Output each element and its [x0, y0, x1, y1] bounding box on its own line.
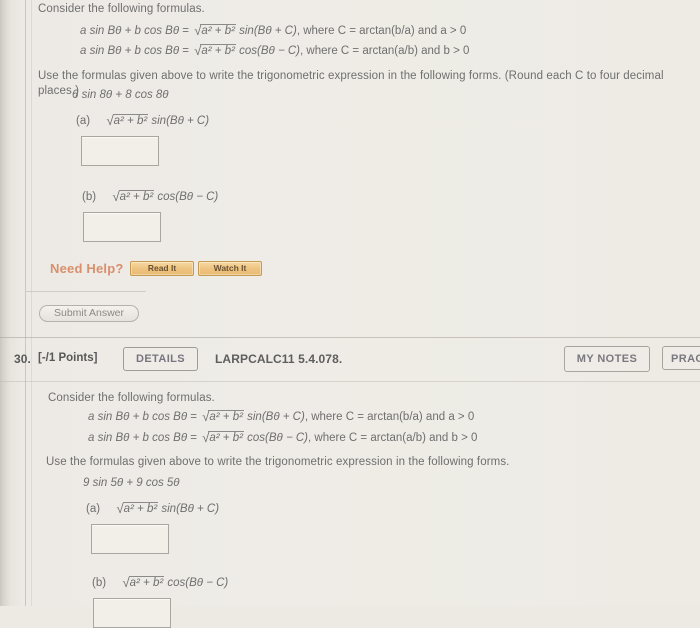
part-a-trig: sin(Bθ + C)	[161, 503, 220, 515]
radical-body: a² + b²	[208, 431, 244, 444]
formula-lhs: a sin Bθ + b cos Bθ	[88, 432, 188, 444]
formula-trig: cos(Bθ − C)	[239, 45, 300, 57]
practice-another-button[interactable]: PRACTICE ANOTHER	[662, 346, 700, 370]
watch-it-button[interactable]: Watch It	[198, 261, 262, 276]
formula-trig: sin(Bθ + C)	[247, 411, 305, 423]
part-b-trig: cos(Bθ − C)	[157, 191, 219, 203]
formula-sin-bottom: a sin Bθ + b cos Bθ = √a² + b² sin(Bθ + …	[88, 410, 474, 423]
problem-top-expression: 6 sin 8θ + 8 cos 8θ	[72, 89, 169, 101]
formula-equals: =	[182, 45, 190, 57]
radical-body: a² + b²	[208, 410, 244, 423]
radical-body: a² + b²	[118, 190, 155, 203]
formula-cos-top: a sin Bθ + b cos Bθ = √a² + b² cos(Bθ − …	[80, 44, 469, 57]
part-a-prompt-top: (a) √a² + b² sin(Bθ + C)	[76, 114, 209, 127]
radical-expression: √a² + b²	[106, 113, 149, 128]
radical-body: a² + b²	[122, 502, 159, 515]
radical-body: a² + b²	[112, 114, 149, 127]
radical-expression: √a² + b²	[116, 501, 159, 516]
formula-equals: =	[190, 432, 198, 444]
formula-cos-bottom: a sin Bθ + b cos Bθ = √a² + b² cos(Bθ − …	[88, 431, 477, 444]
problem-top-intro: Consider the following formulas.	[38, 3, 205, 15]
need-help-label: Need Help?	[50, 261, 124, 276]
radical-expression: √a² + b²	[202, 430, 244, 445]
formula-lhs: a sin Bθ + b cos Bθ	[80, 25, 180, 37]
source-reference: LARPCALC11 5.4.078.	[215, 352, 343, 366]
header-bottom-divider	[0, 381, 700, 382]
formula-equals: =	[190, 411, 198, 423]
radical-expression: √a² + b²	[112, 189, 155, 204]
part-a-prompt-bottom: (a) √a² + b² sin(Bθ + C)	[86, 502, 219, 515]
formula-sin-top: a sin Bθ + b cos Bθ = √a² + b² sin(Bθ + …	[80, 24, 466, 37]
answer-input-a-top[interactable]	[81, 136, 159, 166]
section-divider	[0, 337, 700, 338]
answer-input-b-bottom[interactable]	[93, 598, 171, 628]
problem-bottom-expression: 9 sin 5θ + 9 cos 5θ	[83, 477, 180, 489]
radical-expression: √a² + b²	[202, 409, 244, 424]
answer-input-b-top[interactable]	[83, 212, 161, 242]
part-b-prompt-top: (b) √a² + b² cos(Bθ − C)	[82, 190, 218, 203]
submit-answer-button[interactable]: Submit Answer	[39, 305, 139, 322]
formula-equals: =	[182, 25, 190, 37]
formula-trig: cos(Bθ − C)	[247, 432, 308, 444]
formula-condition: , where C = arctan(a/b) and b > 0	[308, 432, 478, 444]
part-b-prompt-bottom: (b) √a² + b² cos(Bθ − C)	[92, 576, 228, 589]
part-a-label: (a)	[76, 115, 91, 127]
part-a-label: (a)	[86, 503, 101, 515]
radical-body: a² + b²	[200, 24, 236, 37]
part-b-trig: cos(Bθ − C)	[167, 577, 229, 589]
question-number: 30.	[14, 352, 31, 366]
formula-trig: sin(Bθ + C)	[239, 25, 297, 37]
radical-expression: √a² + b²	[194, 43, 236, 58]
answer-input-a-bottom[interactable]	[91, 524, 169, 554]
radical-body: a² + b²	[128, 576, 165, 589]
part-b-label: (b)	[82, 191, 97, 203]
radical-body: a² + b²	[200, 44, 236, 57]
radical-expression: √a² + b²	[194, 23, 236, 38]
formula-lhs: a sin Bθ + b cos Bθ	[80, 45, 180, 57]
formula-condition: , where C = arctan(b/a) and a > 0	[296, 25, 467, 37]
radical-expression: √a² + b²	[122, 575, 165, 590]
my-notes-button[interactable]: MY NOTES	[564, 346, 650, 372]
formula-condition: , where C = arctan(b/a) and a > 0	[304, 411, 475, 423]
formula-lhs: a sin Bθ + b cos Bθ	[88, 411, 188, 423]
problem-bottom-intro: Consider the following formulas.	[48, 392, 215, 404]
part-a-trig: sin(Bθ + C)	[151, 115, 210, 127]
read-it-button[interactable]: Read It	[130, 261, 194, 276]
formula-condition: , where C = arctan(a/b) and b > 0	[300, 45, 470, 57]
points-badge: [-/1 Points]	[38, 352, 98, 364]
part-b-label: (b)	[92, 577, 107, 589]
details-button[interactable]: DETAILS	[123, 347, 198, 371]
problem-bottom-instruction: Use the formulas given above to write th…	[46, 456, 510, 468]
assignment-page: Consider the following formulas. a sin B…	[0, 0, 700, 628]
